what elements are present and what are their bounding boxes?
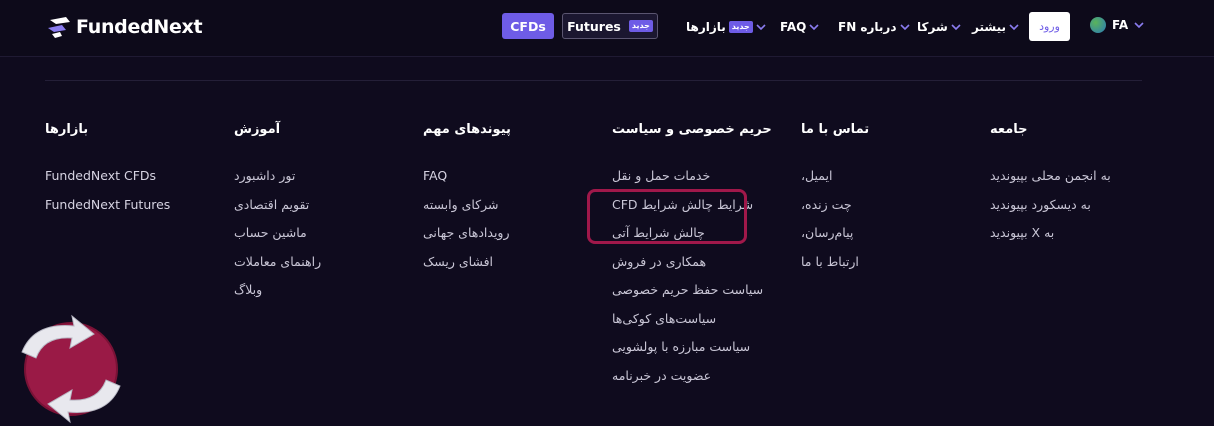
column-title: حریم خصوصی و سیاست	[612, 122, 772, 137]
footer-link[interactable]: تور داشبورد	[234, 168, 394, 197]
footer-link[interactable]: ،پیام‌رسان	[801, 225, 961, 254]
nav-about[interactable]: FN درباره	[838, 19, 910, 35]
nav-about-label: FN درباره	[838, 20, 897, 34]
nav-faq-label: FAQ	[780, 20, 807, 34]
footer-link[interactable]: تقویم اقتصادی	[234, 197, 394, 226]
footer-column-markets: بازارها FundedNext CFDs FundedNext Futur…	[45, 122, 205, 225]
new-badge: جدید	[728, 21, 753, 33]
footer-column-education: آموزش تور داشبورد تقویم اقتصادی ماشین حس…	[234, 122, 394, 311]
chevron-down-icon	[951, 24, 961, 31]
column-title: آموزش	[234, 122, 281, 137]
footer-link[interactable]: راهنمای معاملات	[234, 254, 394, 283]
footer-link[interactable]: افشای ریسک	[423, 254, 583, 283]
top-navigation-bar: FundedNext CFDs Futures جدید بازارها جدی…	[0, 0, 1214, 57]
footer-link[interactable]: ،چت زنده	[801, 197, 961, 226]
column-title: جامعه	[990, 122, 1028, 137]
chevron-down-icon	[899, 24, 910, 31]
chevron-down-icon	[1134, 22, 1144, 29]
footer-link[interactable]: عضویت در خبرنامه	[612, 368, 772, 397]
futures-button[interactable]: Futures جدید	[562, 13, 658, 39]
brand-name: FundedNext	[76, 16, 203, 38]
footer-divider	[45, 80, 1142, 81]
footer-link[interactable]: بپیوندید X به	[990, 225, 1150, 254]
exchange-arrows-icon	[21, 314, 121, 424]
new-badge: جدید	[628, 20, 653, 32]
footer-link[interactable]: ،ایمیل	[801, 168, 961, 197]
footer-link[interactable]: FundedNext Futures	[45, 197, 205, 226]
nav-partners-label: شرکا	[917, 20, 948, 34]
nav-markets[interactable]: بازارها جدید	[686, 19, 766, 35]
globe-icon	[1090, 17, 1106, 33]
footer-column-community: جامعه به انجمن محلی بپیوندید به دیسکورد …	[990, 122, 1150, 254]
nav-faq[interactable]: FAQ	[780, 19, 819, 35]
footer-link[interactable]: شرکای وابسته	[423, 197, 583, 226]
cfds-button[interactable]: CFDs	[502, 13, 554, 39]
fundednext-logo-icon	[48, 17, 70, 38]
nav-markets-label: بازارها	[686, 20, 726, 34]
highlight-annotation-box	[587, 189, 747, 244]
chevron-down-icon	[809, 24, 819, 31]
footer-column-contact: تماس با ما ،ایمیل ،چت زنده ،پیام‌رسان ار…	[801, 122, 961, 282]
footer-column-privacy-policy: حریم خصوصی و سیاست خدمات حمل و نقل CFD ش…	[612, 122, 772, 396]
column-title: بازارها	[45, 122, 89, 137]
footer-link[interactable]: سیاست حفظ حریم خصوصی	[612, 282, 772, 311]
footer-link[interactable]: به انجمن محلی بپیوندید	[990, 168, 1150, 197]
column-title: تماس با ما	[801, 122, 870, 137]
footer-column-important-links: پیوندهای مهم FAQ شرکای وابسته رویدادهای …	[423, 122, 583, 282]
footer-link[interactable]: سیاست‌های کوکی‌ها	[612, 311, 772, 340]
futures-label: Futures	[567, 18, 621, 34]
fundednext-logo[interactable]: FundedNext	[46, 12, 203, 42]
login-button[interactable]: ورود	[1029, 12, 1070, 41]
footer-link[interactable]: همکاری در فروش	[612, 254, 772, 283]
footer-link[interactable]: ارتباط با ما	[801, 254, 961, 283]
nav-partners[interactable]: شرکا	[917, 19, 961, 35]
nav-more[interactable]: بیشتر	[972, 19, 1019, 35]
column-title: پیوندهای مهم	[423, 122, 511, 137]
footer-link[interactable]: سیاست مبارزه با پولشویی	[612, 339, 772, 368]
chevron-down-icon	[756, 24, 766, 31]
language-selector[interactable]: FA	[1090, 17, 1144, 33]
footer-link[interactable]: FundedNext CFDs	[45, 168, 205, 197]
footer-link[interactable]: ماشین حساب	[234, 225, 394, 254]
language-label: FA	[1112, 18, 1129, 32]
nav-more-label: بیشتر	[972, 20, 1006, 34]
footer-link[interactable]: رویدادهای جهانی	[423, 225, 583, 254]
footer-link[interactable]: وبلاگ	[234, 282, 394, 311]
chevron-down-icon	[1009, 24, 1019, 31]
footer-link[interactable]: FAQ	[423, 168, 583, 197]
footer-link[interactable]: به دیسکورد بپیوندید	[990, 197, 1150, 226]
